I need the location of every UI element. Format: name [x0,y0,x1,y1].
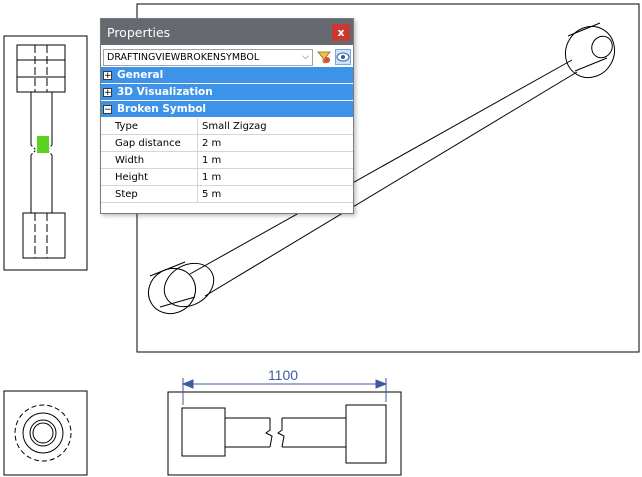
expand-icon[interactable]: + [103,87,112,97]
properties-panel[interactable]: Properties x DRAFTINGVIEWBROKENSYMBOL ⌵ … [100,18,354,214]
close-icon: x [337,25,345,39]
property-value[interactable]: 2 m [198,135,353,151]
property-name: Height [112,169,198,185]
entity-type-value: DRAFTINGVIEWBROKENSYMBOL [107,51,260,63]
group-label: Broken Symbol [117,103,207,115]
chevron-down-icon: ⌵ [302,52,309,62]
properties-title-bar[interactable]: Properties x [101,19,353,45]
property-name: Width [112,152,198,168]
grip-handle[interactable] [37,136,49,153]
property-row-height[interactable]: Height 1 m [101,169,353,186]
entity-type-dropdown[interactable]: DRAFTINGVIEWBROKENSYMBOL ⌵ [103,48,313,66]
property-row-width[interactable]: Width 1 m [101,152,353,169]
property-row-step[interactable]: Step 5 m [101,186,353,203]
filter-icon[interactable] [316,49,332,65]
group-label: General [117,69,164,81]
expand-icon[interactable]: + [103,70,112,80]
group-general[interactable]: + General [101,67,353,84]
property-row-type[interactable]: Type Small Zigzag [101,118,353,135]
properties-title: Properties [107,24,171,40]
entity-selector-row: DRAFTINGVIEWBROKENSYMBOL ⌵ [101,45,353,67]
property-name: Step [112,186,198,202]
close-button[interactable]: x [332,23,350,41]
end-view-frame[interactable] [3,390,88,476]
property-value[interactable]: 1 m [198,152,353,168]
dimension-text: 1100 [268,367,298,383]
property-name: Gap distance [112,135,198,151]
collapse-icon[interactable]: − [103,104,112,114]
property-value[interactable]: 1 m [198,169,353,185]
property-value[interactable]: 5 m [198,186,353,202]
property-value[interactable]: Small Zigzag [198,118,353,134]
front-view-shaft [181,404,387,464]
group-3d-visualization[interactable]: + 3D Visualization [101,84,353,101]
end-view-circles [14,404,72,462]
property-name: Type [112,118,198,134]
group-broken-symbol[interactable]: − Broken Symbol [101,101,353,118]
group-label: 3D Visualization [117,86,213,98]
property-row-gap-distance[interactable]: Gap distance 2 m [101,135,353,152]
eye-icon[interactable] [335,49,351,65]
